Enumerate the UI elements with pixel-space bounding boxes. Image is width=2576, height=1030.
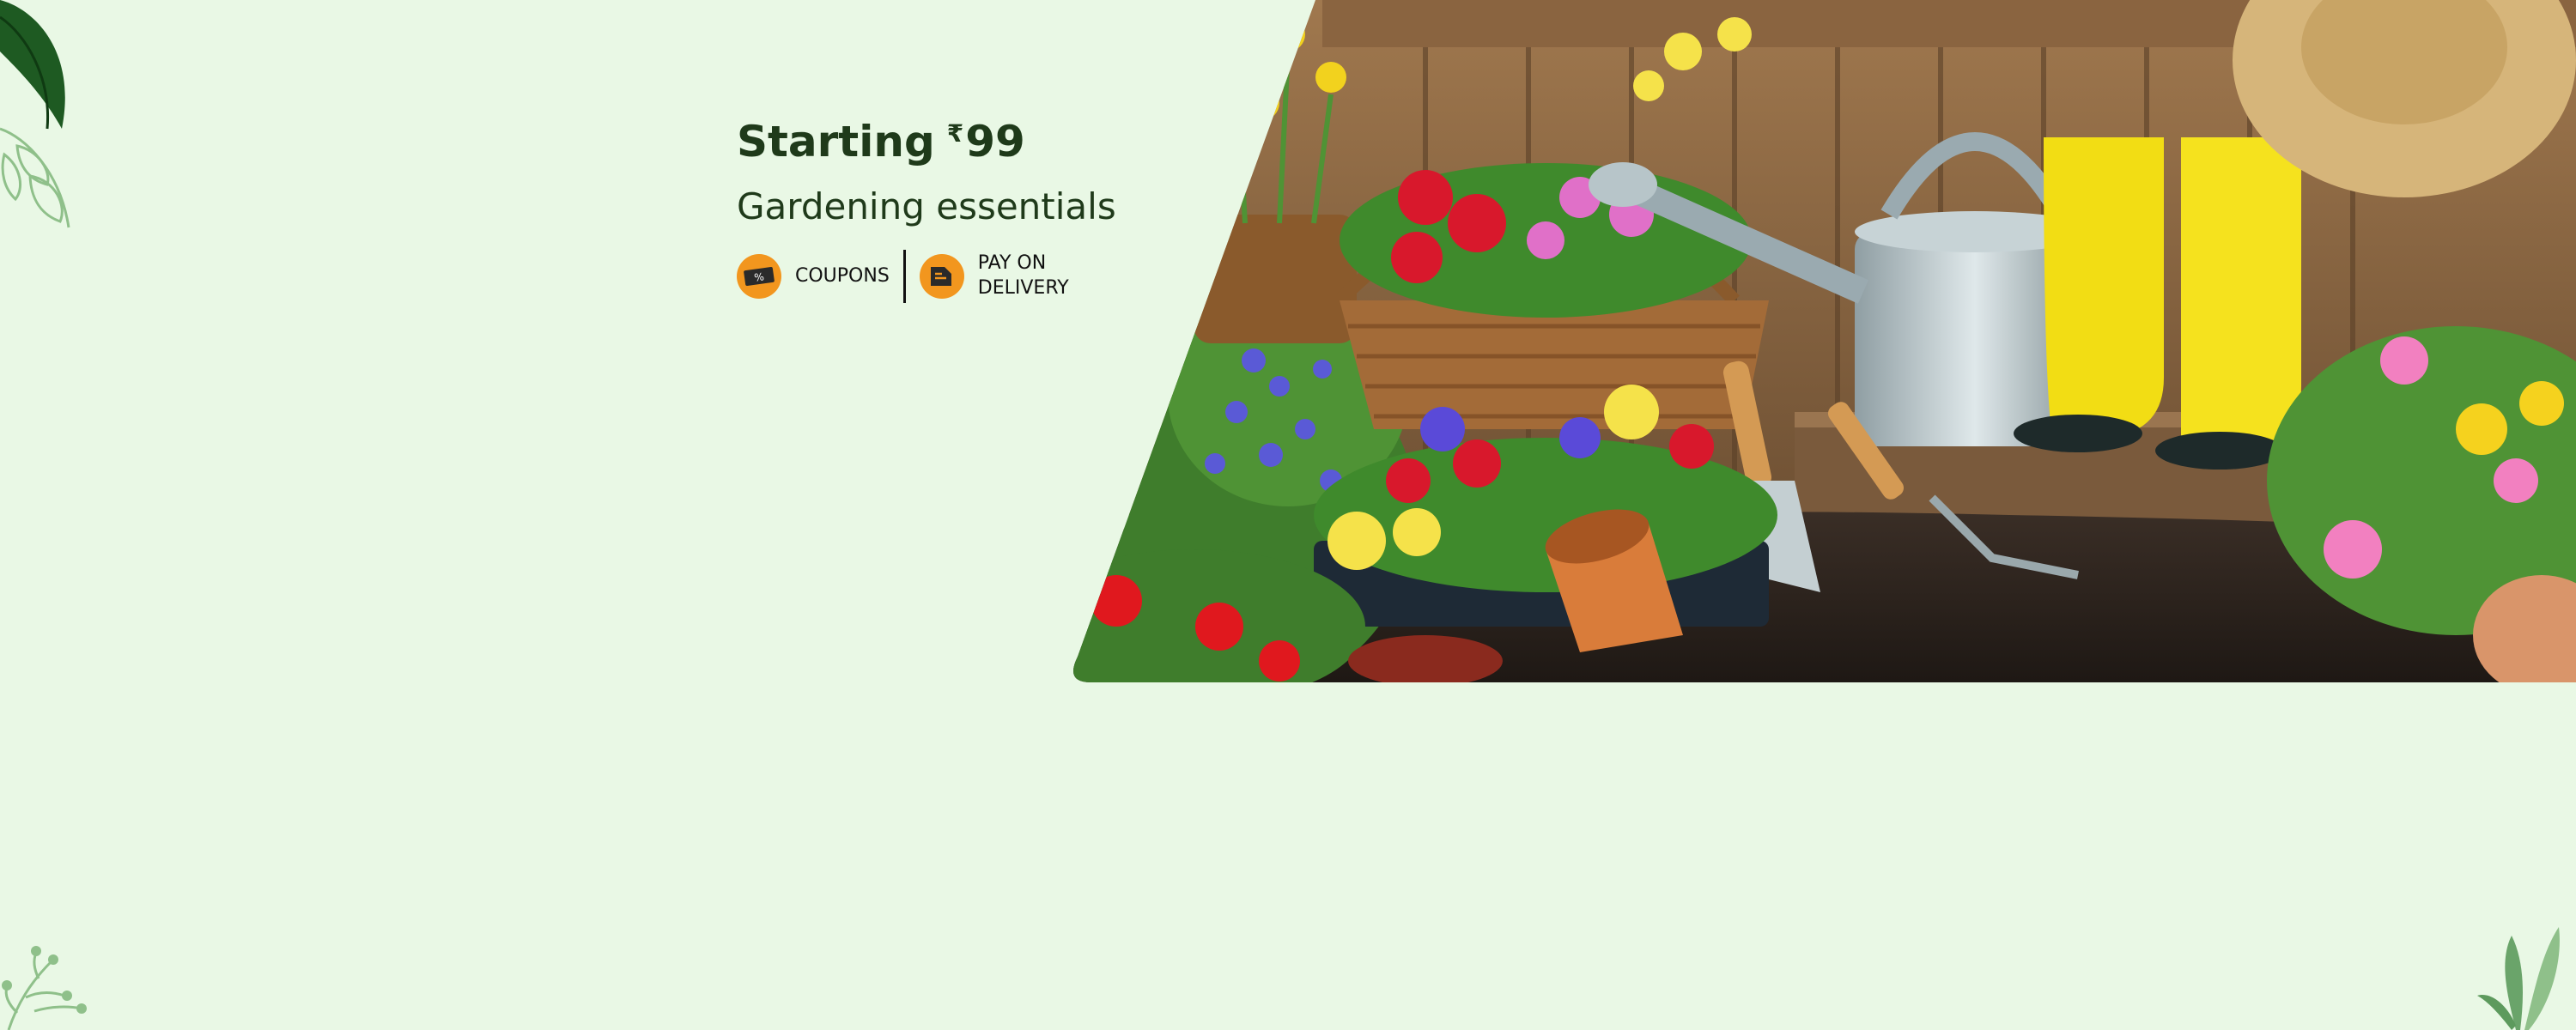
gardening-promo-banner[interactable]: Starting ₹ 99 Gardening essentials % COU… (0, 0, 2576, 1030)
badge-divider (902, 250, 906, 303)
leaf-decoration-icon (0, 0, 70, 228)
pay-on-delivery-label: PAY ON DELIVERY (978, 251, 1069, 300)
pay-on-delivery-line2: DELIVERY (977, 277, 1069, 299)
coupons-badge: % COUPONS (737, 254, 890, 299)
sprig-decoration-icon (2, 946, 87, 1030)
pay-on-delivery-icon (919, 254, 964, 299)
plant-decoration-icon (2477, 927, 2560, 1030)
svg-text:%: % (754, 270, 765, 283)
headline-prefix: Starting (737, 117, 935, 167)
coupons-label: COUPONS (795, 264, 890, 287)
currency-symbol: ₹ (946, 119, 964, 148)
pay-on-delivery-badge: PAY ON DELIVERY (919, 251, 1069, 300)
gardening-hero-image[interactable] (1065, 0, 2576, 682)
pay-on-delivery-line1: PAY ON (977, 252, 1047, 275)
coupon-icon: % (737, 254, 781, 299)
price: 99 (965, 117, 1025, 167)
